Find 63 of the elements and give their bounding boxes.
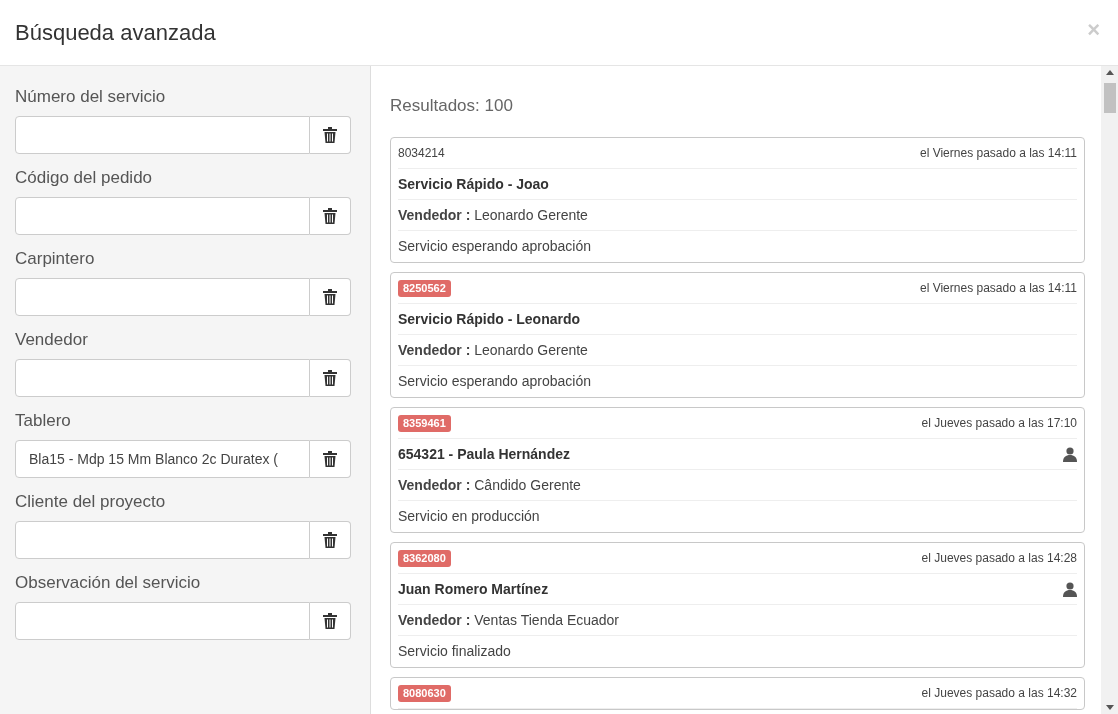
user-icon bbox=[1063, 581, 1077, 597]
scroll-down-icon[interactable] bbox=[1105, 705, 1114, 710]
scrollbar[interactable] bbox=[1101, 66, 1118, 714]
filter-input[interactable] bbox=[15, 602, 310, 640]
seller-text: Vendedor : Leonardo Gerente bbox=[398, 205, 588, 225]
clear-button[interactable] bbox=[310, 359, 351, 397]
service-title: Servicio Rápido - Leonardo bbox=[398, 309, 581, 329]
status-text: Servicio en producción bbox=[398, 507, 540, 526]
service-date: el Viernes pasado a las 14:11 bbox=[920, 145, 1077, 162]
result-card[interactable]: 8359461 el Jueves pasado a las 17:10 654321 - Paula Hernández Vendedor : Cândido Gerente Servicio en producción bbox=[390, 407, 1085, 533]
status-text: Servicio esperando aprobación bbox=[398, 237, 591, 256]
scroll-thumb[interactable] bbox=[1103, 83, 1116, 113]
service-title: 654321 - Paula Hernández bbox=[398, 444, 570, 464]
field-label: Número del servicio bbox=[15, 86, 167, 108]
result-card[interactable]: 8034214 el Viernes pasado a las 14:11 Servicio Rápido - Joao Vendedor : Leonardo Gerente Servicio esperando aprobación bbox=[390, 137, 1085, 263]
filter-input[interactable] bbox=[15, 197, 310, 235]
user-icon bbox=[1063, 446, 1077, 462]
trash-icon bbox=[323, 127, 337, 143]
field-label: Cliente del proyecto bbox=[15, 491, 167, 513]
status-text: Servicio finalizado bbox=[398, 642, 511, 661]
clear-button[interactable] bbox=[310, 602, 351, 640]
clear-button[interactable] bbox=[310, 278, 351, 316]
clear-button[interactable] bbox=[310, 116, 351, 154]
clear-button[interactable] bbox=[310, 521, 351, 559]
field-label: Código del pedido bbox=[15, 167, 154, 189]
scroll-up-icon[interactable] bbox=[1105, 70, 1114, 75]
result-card[interactable]: 8362080 el Jueves pasado a las 14:28 Juan Romero Martínez Vendedor : Ventas Tienda Ecuador Servicio finalizado bbox=[390, 542, 1085, 668]
filter-input[interactable] bbox=[15, 278, 310, 316]
field-label: Tablero bbox=[15, 410, 72, 432]
service-date: el Jueves pasado a las 17:10 bbox=[921, 415, 1077, 432]
filter-input[interactable] bbox=[15, 116, 310, 154]
trash-icon bbox=[323, 613, 337, 629]
service-id-badge: 8362080 bbox=[398, 549, 451, 567]
service-id-badge: 8250562 bbox=[398, 279, 451, 297]
clear-button[interactable] bbox=[310, 440, 351, 478]
filter-input[interactable] bbox=[15, 521, 310, 559]
field-label: Observación del servicio bbox=[15, 572, 202, 594]
service-id-badge: 8359461 bbox=[398, 414, 451, 432]
filter-input[interactable] bbox=[15, 359, 310, 397]
seller-text: Vendedor : Cândido Gerente bbox=[398, 475, 581, 495]
trash-icon bbox=[323, 370, 337, 386]
trash-icon bbox=[323, 208, 337, 224]
result-card[interactable]: 8080630 el Jueves pasado a las 14:32 bbox=[390, 677, 1085, 710]
trash-icon bbox=[323, 532, 337, 548]
seller-text: Vendedor : Ventas Tienda Ecuador bbox=[398, 610, 620, 630]
service-id: 8034214 bbox=[398, 145, 445, 162]
service-id-badge: 8080630 bbox=[398, 684, 451, 702]
service-date: el Jueves pasado a las 14:28 bbox=[921, 550, 1077, 567]
seller-text: Vendedor : Leonardo Gerente bbox=[398, 340, 588, 360]
trash-icon bbox=[323, 289, 337, 305]
trash-icon bbox=[323, 451, 337, 467]
service-date: el Jueves pasado a las 14:32 bbox=[921, 685, 1077, 702]
service-date: el Viernes pasado a las 14:11 bbox=[920, 280, 1077, 297]
field-label: Carpintero bbox=[15, 248, 96, 270]
clear-button[interactable] bbox=[310, 197, 351, 235]
filter-input[interactable]: Bla15 - Mdp 15 Mm Blanco 2c Duratex ( bbox=[15, 440, 310, 478]
service-title: Servicio Rápido - Joao bbox=[398, 174, 549, 194]
dialog-title: Búsqueda avanzada bbox=[15, 19, 216, 47]
service-title: Juan Romero Martínez bbox=[398, 579, 549, 599]
result-card[interactable]: 8250562 el Viernes pasado a las 14:11 Servicio Rápido - Leonardo Vendedor : Leonardo Gerente Servicio esperando aprobación bbox=[390, 272, 1085, 398]
status-text: Servicio esperando aprobación bbox=[398, 372, 591, 391]
results-count: Resultados: 100 bbox=[390, 95, 514, 117]
field-label: Vendedor bbox=[15, 329, 89, 351]
